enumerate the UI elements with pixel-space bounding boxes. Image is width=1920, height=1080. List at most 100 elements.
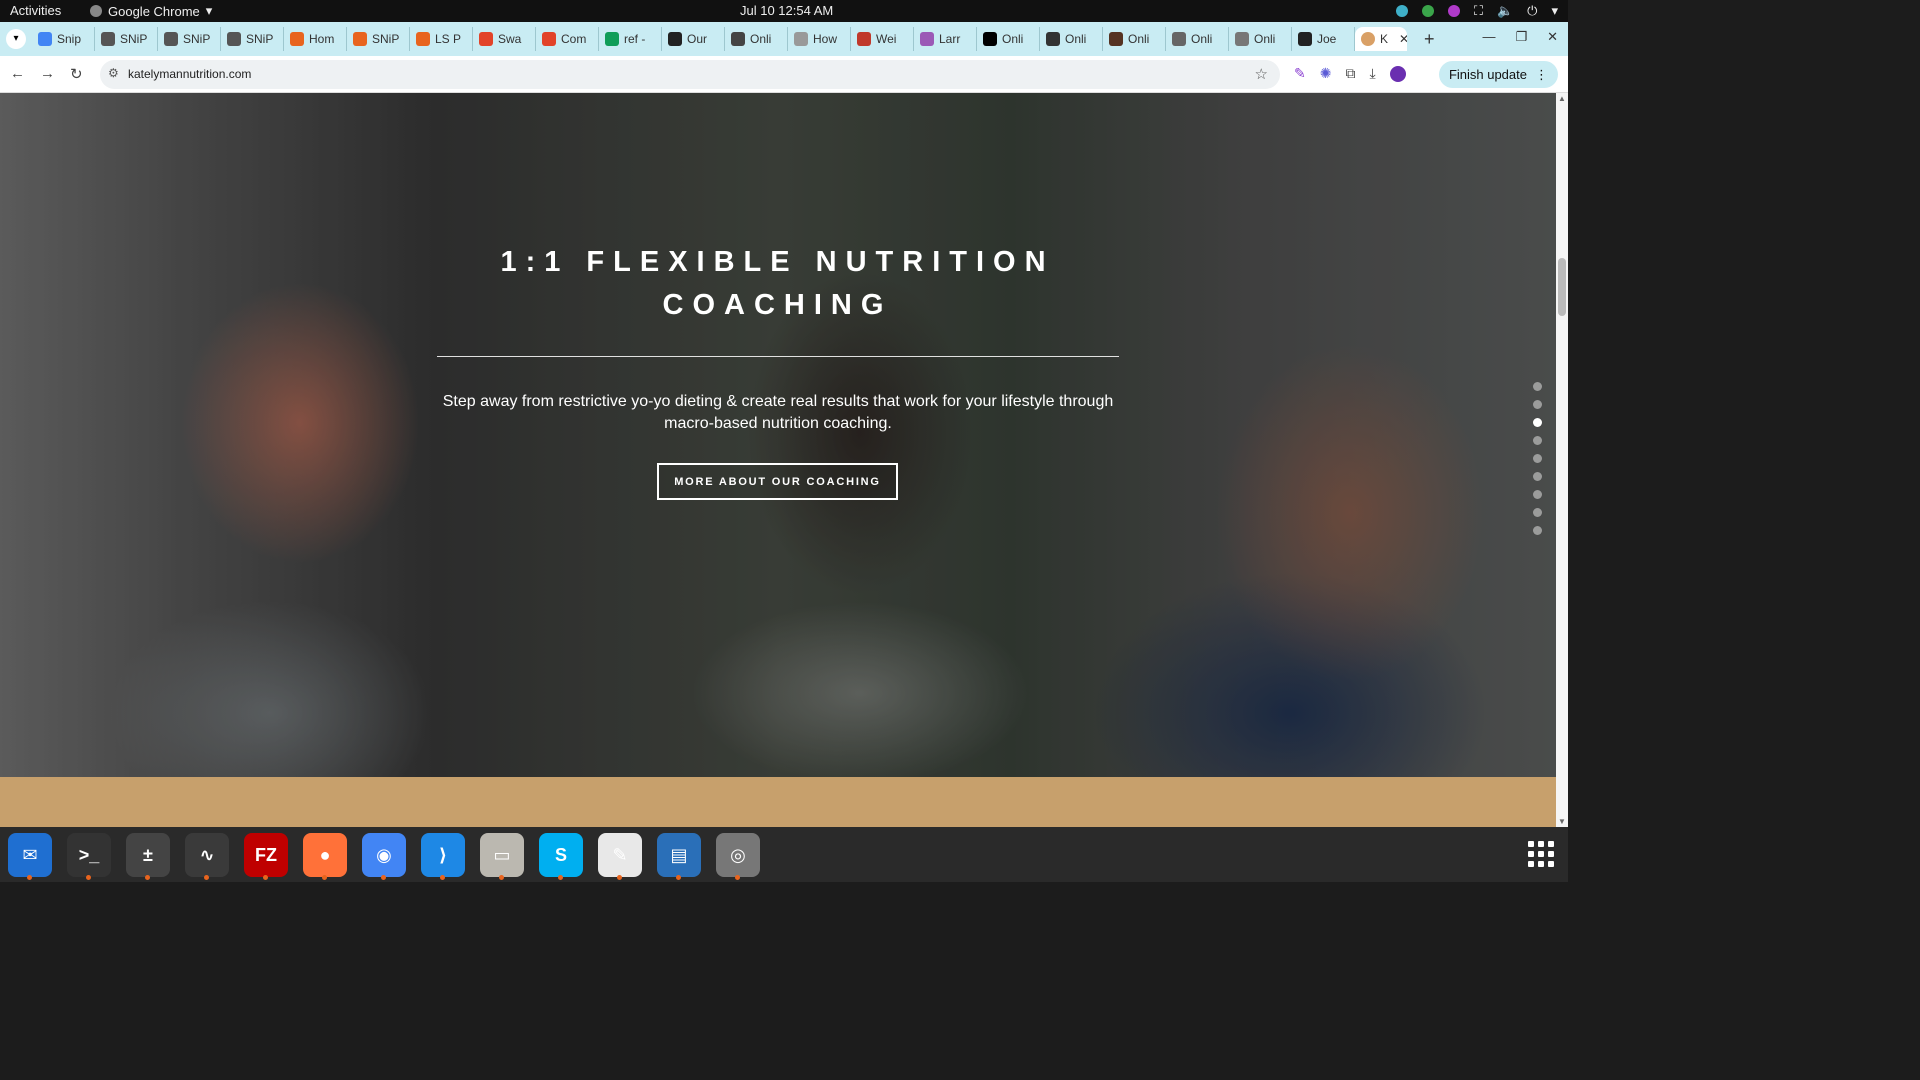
slide-dot[interactable] (1533, 526, 1542, 535)
browser-tab[interactable]: SNiP (95, 27, 158, 51)
tab-favicon-icon (227, 32, 241, 46)
browser-tab[interactable]: How (788, 27, 851, 51)
slide-dot[interactable] (1533, 472, 1542, 481)
forward-icon[interactable]: → (40, 65, 55, 82)
text-editor-icon[interactable]: ✎ (598, 833, 642, 880)
files-icon[interactable]: ▭ (480, 833, 524, 880)
tab-label: SNiP (372, 32, 400, 46)
browser-tab[interactable]: Swa (473, 27, 536, 51)
browser-tab[interactable]: Wei (851, 27, 914, 51)
tray-check-icon[interactable] (1421, 5, 1434, 17)
skype-icon[interactable]: S (539, 833, 583, 880)
new-tab-button[interactable]: + (1424, 29, 1435, 50)
dock-glyph: FZ (255, 844, 277, 865)
minimize-icon[interactable]: — (1482, 29, 1495, 45)
dock-glyph: ● (319, 844, 331, 865)
running-indicator (735, 875, 740, 880)
browser-tab[interactable]: LS P (410, 27, 473, 51)
tab-favicon-icon (983, 32, 997, 46)
browser-tab[interactable]: Joe (1292, 27, 1355, 51)
clock[interactable]: Jul 10 12:54 AM (740, 3, 833, 18)
terminal-icon[interactable]: >_ (67, 833, 111, 880)
calculator-icon[interactable]: ± (126, 833, 170, 880)
volume-icon[interactable]: 🔈 (1497, 3, 1513, 19)
browser-tab[interactable]: Our (662, 27, 725, 51)
power-icon[interactable]: ⏻ (1527, 3, 1537, 19)
hero-description: Step away from restrictive yo-yo dieting… (442, 393, 1114, 432)
tab-favicon-icon (1235, 32, 1249, 46)
bookmark-star-icon[interactable]: ☆ (1255, 65, 1268, 83)
browser-tab[interactable]: Onli (1229, 27, 1292, 51)
scroll-down-icon[interactable]: ▼ (1558, 817, 1566, 826)
tab-favicon-icon (416, 32, 430, 46)
browser-tab[interactable]: Onli (977, 27, 1040, 51)
browser-tab[interactable]: SNiP (221, 27, 284, 51)
finish-update-label: Finish update (1448, 67, 1527, 82)
browser-tab[interactable]: Onli (1040, 27, 1103, 51)
tab-search-button[interactable]: ▾ (6, 29, 26, 49)
page-scrollbar[interactable]: ▲ ▼ (1556, 93, 1568, 827)
close-tab-icon[interactable]: ✕ (1399, 32, 1407, 46)
tab-label: Onli (1002, 32, 1024, 46)
tan-section-band (0, 777, 1556, 827)
scrollbar-thumb[interactable] (1558, 258, 1566, 316)
browser-tab[interactable]: Onli (1103, 27, 1166, 51)
browser-tab[interactable]: SNiP (158, 27, 221, 51)
slide-dot[interactable] (1533, 454, 1542, 463)
browser-tab[interactable]: Hom (284, 27, 347, 51)
activities-button[interactable]: Activities (10, 3, 61, 18)
reload-icon[interactable]: ↻ (70, 65, 83, 83)
slide-dot[interactable] (1533, 400, 1542, 409)
app-menu[interactable]: Google Chrome ▾ (90, 3, 212, 19)
pen-extension-icon[interactable]: ✎ (1294, 65, 1306, 82)
running-indicator (617, 875, 622, 880)
site-info-icon[interactable]: ⚙ (108, 66, 119, 80)
browser-tab[interactable]: ref - (599, 27, 662, 51)
tab-label: Hom (309, 32, 335, 46)
tray-color-icon[interactable] (1447, 5, 1460, 17)
hero-title: 1:1 FLEXIBLE NUTRITION COACHING (500, 246, 1055, 321)
active-browser-tab[interactable]: K ✕ (1355, 27, 1407, 51)
filezilla-icon[interactable]: FZ (244, 833, 288, 880)
browser-tab[interactable]: Com (536, 27, 599, 51)
close-icon[interactable]: ✕ (1547, 29, 1558, 45)
url-text[interactable]: katelymannutrition.com (128, 67, 251, 81)
tray-app-icon[interactable] (1395, 5, 1408, 17)
tab-label: Onli (1065, 32, 1087, 46)
more-about-coaching-button[interactable]: MORE ABOUT OUR COACHING (657, 463, 898, 500)
browser-toolbar: ← → ↻ ⚙ katelymannutrition.com ☆ ✎ ✺ ⧉ ⤓… (0, 56, 1568, 93)
finish-update-button[interactable]: Finish update ⋮ (1438, 61, 1558, 88)
scroll-up-icon[interactable]: ▲ (1558, 94, 1566, 103)
restore-icon[interactable]: ❐ (1515, 29, 1527, 45)
back-icon[interactable]: ← (10, 65, 25, 82)
address-bar[interactable]: ⚙ katelymannutrition.com ☆ (100, 60, 1280, 89)
document-viewer-icon[interactable]: ▤ (657, 833, 701, 880)
slide-dot[interactable] (1533, 418, 1542, 427)
slide-dot[interactable] (1533, 490, 1542, 499)
extensions-puzzle-icon[interactable]: ⧉ (1345, 65, 1355, 82)
chevron-down-icon[interactable]: ▾ (1551, 3, 1558, 19)
browser-tab[interactable]: Onli (725, 27, 788, 51)
browser-tab[interactable]: Snip (32, 27, 95, 51)
vscode-icon[interactable]: ⟩ (421, 833, 465, 880)
disk-icon[interactable]: ◎ (716, 833, 760, 880)
network-icon[interactable]: ⛶ (1474, 3, 1483, 19)
system-tray[interactable]: ⛶ 🔈 ⏻ ▾ (1395, 3, 1558, 19)
tab-favicon-icon (794, 32, 808, 46)
browser-tab[interactable]: Onli (1166, 27, 1229, 51)
browser-tab[interactable]: SNiP (347, 27, 410, 51)
download-icon[interactable]: ⤓ (1369, 65, 1375, 82)
system-monitor-icon[interactable]: ∿ (185, 833, 229, 880)
browser-tab[interactable]: Larr (914, 27, 977, 51)
slide-dot[interactable] (1533, 382, 1542, 391)
profile-avatar[interactable] (1389, 65, 1406, 82)
running-indicator (145, 875, 150, 880)
slide-dot[interactable] (1533, 436, 1542, 445)
thunderbird-icon[interactable]: ✉ (8, 833, 52, 880)
flower-extension-icon[interactable]: ✺ (1320, 65, 1332, 82)
app-name: Google Chrome (108, 3, 200, 19)
slide-dot[interactable] (1533, 508, 1542, 517)
chrome-icon[interactable]: ◉ (362, 833, 406, 880)
firefox-icon[interactable]: ● (303, 833, 347, 880)
show-apps-icon[interactable] (1528, 841, 1554, 867)
